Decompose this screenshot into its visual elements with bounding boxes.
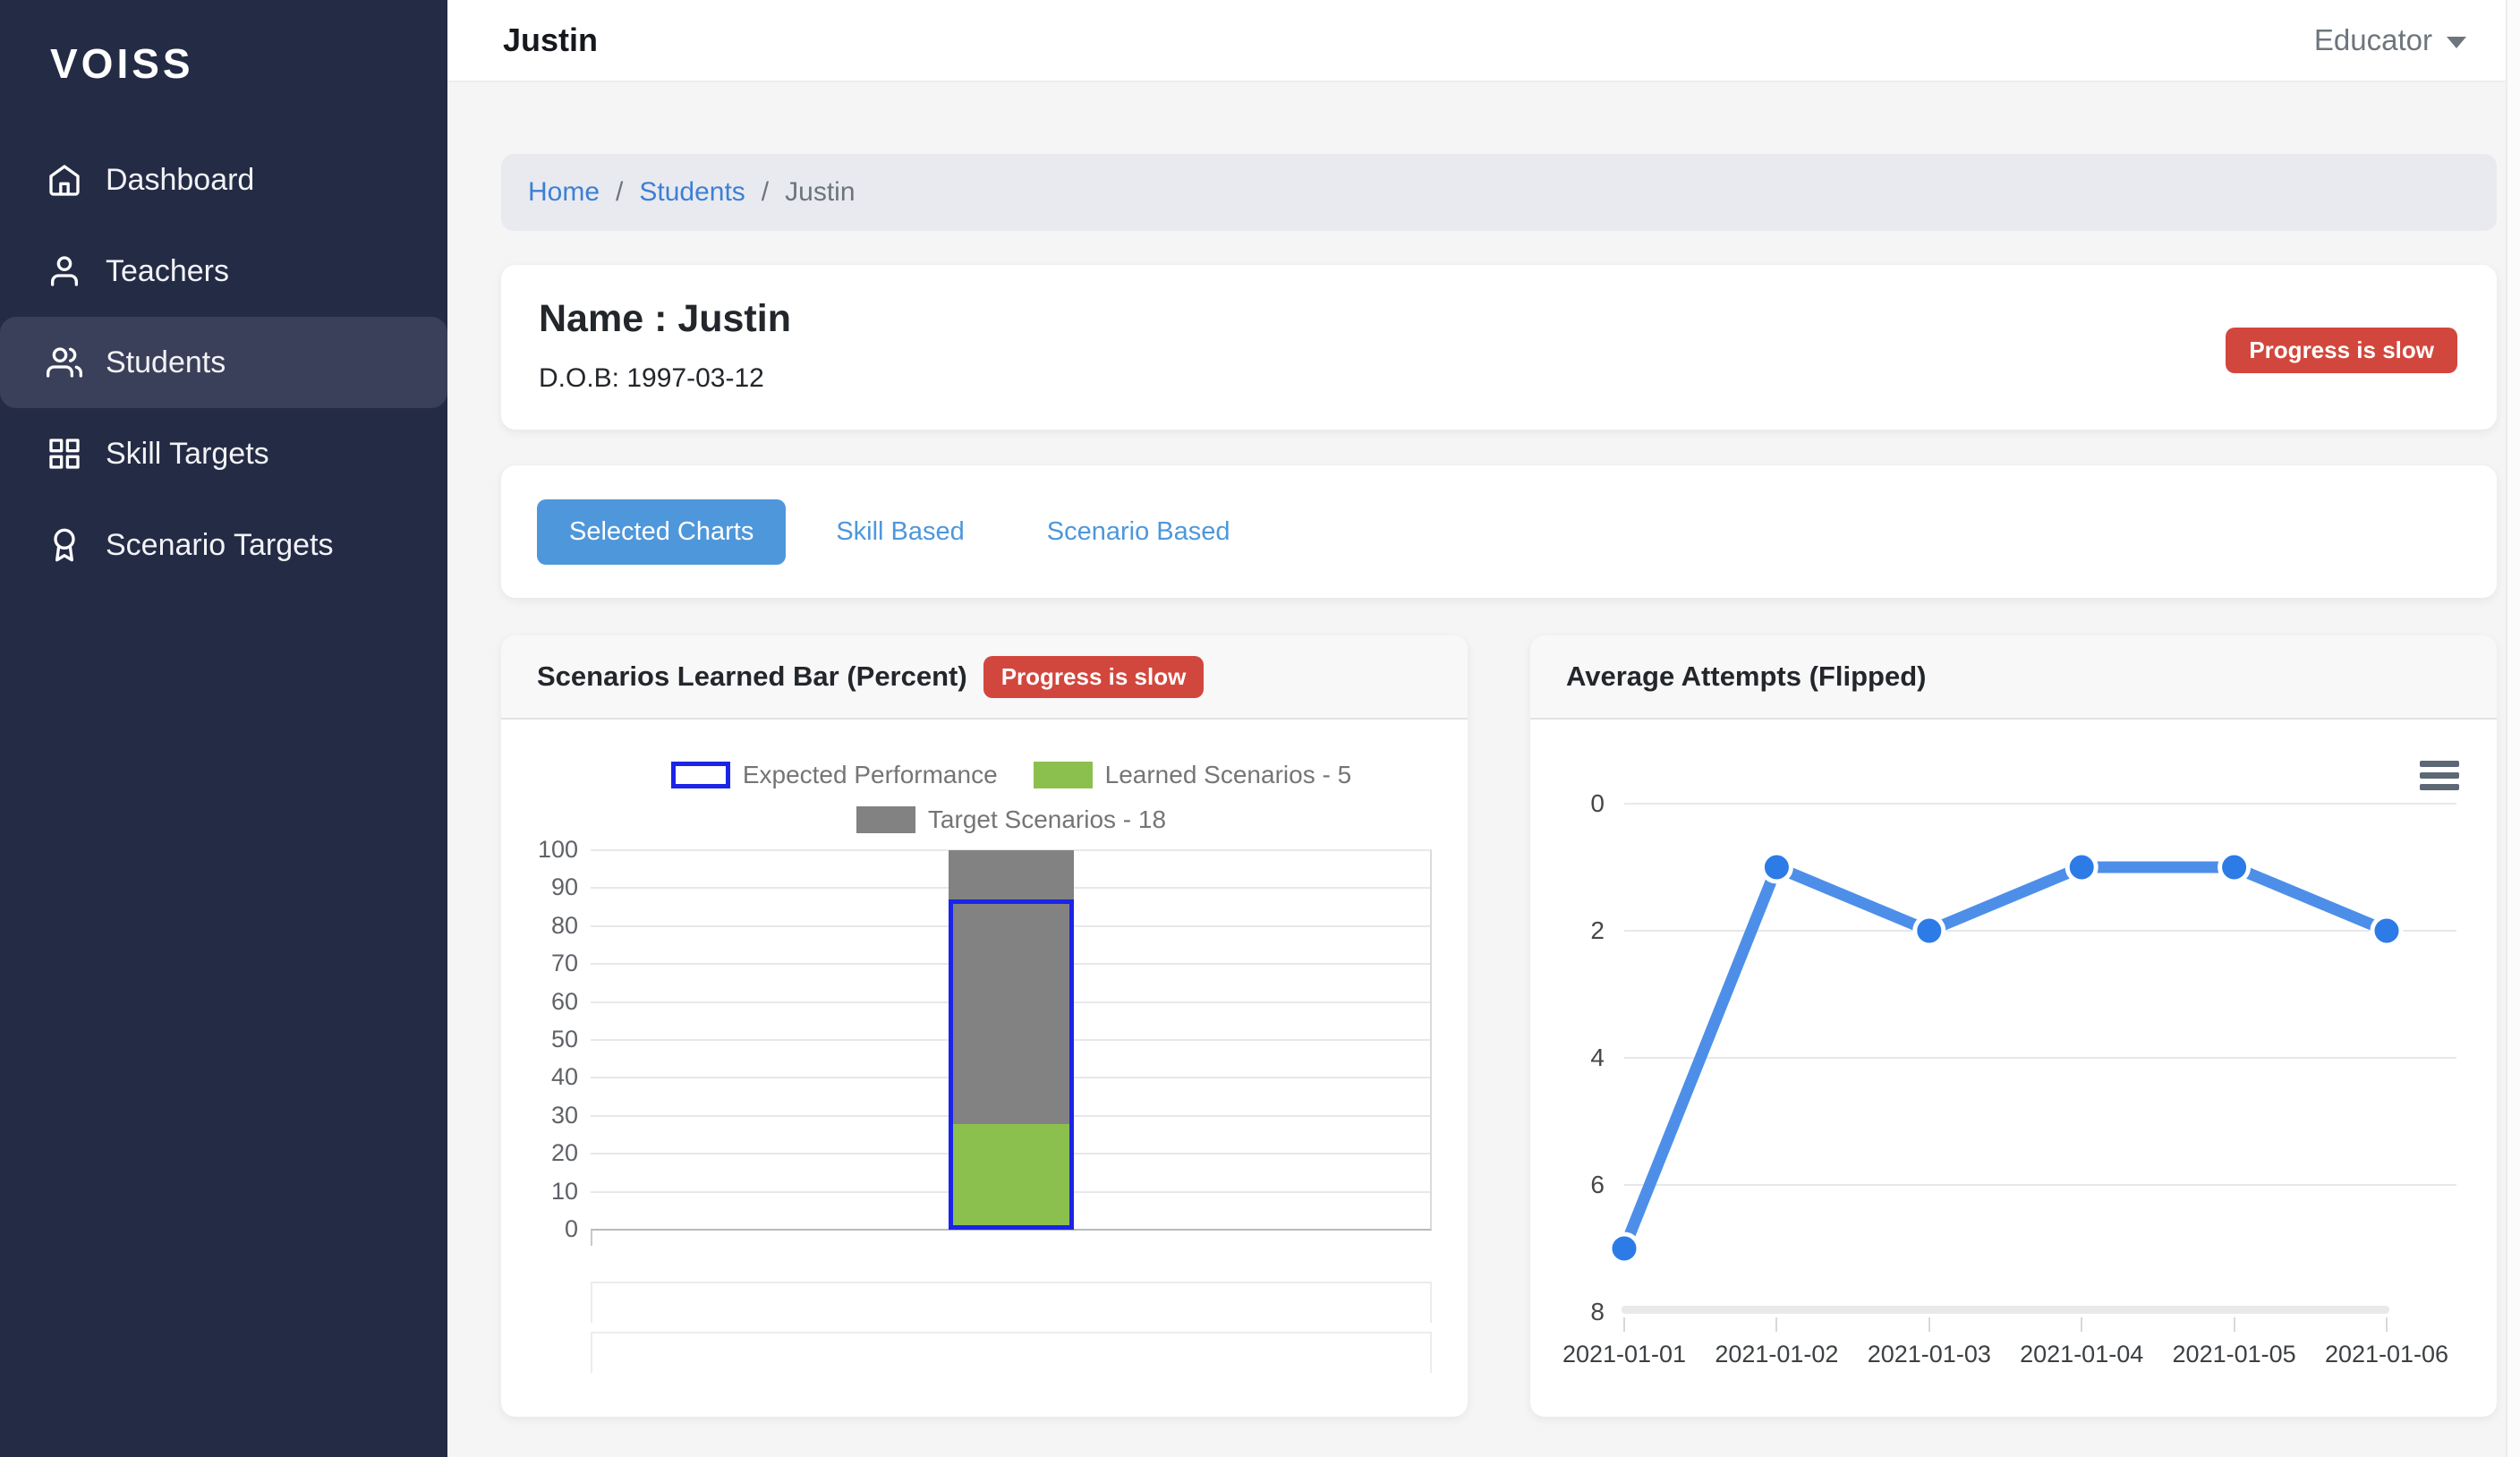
breadcrumb: Home / Students / Justin [501,154,2497,231]
home-icon [47,162,82,198]
bar-plot: 0102030405060708090100 [591,850,1432,1230]
y-tick-label: 2 [1551,916,1605,945]
legend-item: Expected Performance [671,761,998,789]
sidebar-item-label: Teachers [106,254,229,289]
legend-swatch [1034,762,1093,788]
line-chart-header: Average Attempts (Flipped) [1530,635,2497,720]
bar-chart-status-badge: Progress is slow [983,656,1205,698]
data-point[interactable] [2220,853,2249,882]
y-tick-label: 40 [515,1063,578,1091]
data-point[interactable] [1610,1234,1639,1263]
data-point[interactable] [1915,916,1944,945]
legend-label: Learned Scenarios - 5 [1105,761,1352,789]
student-name: Name : Justin [539,297,791,341]
chart-scroll-strip [591,1282,1432,1323]
breadcrumb-separator: / [762,177,769,208]
breadcrumb-link-home[interactable]: Home [528,177,600,208]
top-bar: Justin Educator [447,0,2520,82]
chevron-down-icon [2447,37,2466,48]
bar-chart-legend-row-1: Expected Performance Learned Scenarios - … [591,761,1432,789]
sidebar-nav: Dashboard Teachers Students Skill Targets Sc… [0,134,447,591]
legend-label: Expected Performance [743,761,998,789]
tab-selected-charts[interactable]: Selected Charts [537,499,786,565]
chart-scroll-strip [591,1332,1432,1373]
chart-menu-icon[interactable] [2420,761,2459,796]
line-path [1624,867,2387,1248]
y-tick-label: 30 [515,1102,578,1129]
y-tick-label: 100 [515,836,578,864]
grid-icon [47,436,82,472]
y-tick-label: 70 [515,950,578,977]
sidebar-item-dashboard[interactable]: Dashboard [0,134,447,226]
sidebar-item-teachers[interactable]: Teachers [0,226,447,317]
sidebar-item-label: Scenario Targets [106,528,334,563]
data-point[interactable] [2372,916,2401,945]
data-point[interactable] [2067,853,2096,882]
plot-right-border [1430,850,1432,1230]
y-tick-label: 4 [1551,1044,1605,1072]
tabs: Selected Charts Skill Based Scenario Based [537,499,1281,565]
y-tick-label: 8 [1551,1298,1605,1326]
sidebar-item-label: Students [106,345,226,380]
sidebar-item-scenario-targets[interactable]: Scenario Targets [0,499,447,591]
bar-chart-header: Scenarios Learned Bar (Percent) Progress… [501,635,1468,720]
y-tick-label: 0 [1551,789,1605,818]
y-tick-label: 50 [515,1026,578,1053]
sidebar-item-label: Dashboard [106,163,254,198]
bar-chart-title: Scenarios Learned Bar (Percent) [537,660,967,693]
line-chart-title: Average Attempts (Flipped) [1566,660,1926,693]
role-label: Educator [2314,23,2432,57]
y-tick-label: 20 [515,1139,578,1167]
award-icon [47,527,82,563]
sidebar-item-students[interactable]: Students [0,317,447,408]
brand-logo: VOISS [0,0,447,88]
page-title: Justin [503,21,598,59]
page-content: Home / Students / Justin Name : Justin D.O.B… [447,82,2520,1457]
line-plot: 024682021-01-012021-01-022021-01-032021-… [1624,804,2456,1312]
line-series [1624,804,2456,1348]
status-badge: Progress is slow [2226,328,2457,373]
bar-chart-legend-row-2: Target Scenarios - 18 [591,805,1432,834]
line-chart-card: Average Attempts (Flipped) 024682021-01-… [1530,635,2497,1417]
breadcrumb-current: Justin [785,177,855,208]
tabs-card: Selected Charts Skill Based Scenario Based [501,465,2497,598]
legend-swatch [856,806,915,833]
sidebar-item-skill-targets[interactable]: Skill Targets [0,408,447,499]
tab-skill-based[interactable]: Skill Based [804,499,996,565]
users-icon [47,345,82,380]
user-icon [47,253,82,289]
bar-chart-card: Scenarios Learned Bar (Percent) Progress… [501,635,1468,1417]
y-tick-label: 6 [1551,1171,1605,1199]
y-tick-label: 60 [515,988,578,1016]
student-dob: D.O.B: 1997-03-12 [539,363,764,394]
student-info-card: Name : Justin D.O.B: 1997-03-12 Progress… [501,265,2497,430]
breadcrumb-link-students[interactable]: Students [639,177,745,208]
y-tick-label: 80 [515,912,578,940]
breadcrumb-separator: / [616,177,623,208]
sidebar: VOISS Dashboard Teachers Students Skill Tar… [0,0,447,1457]
y-tick-label: 10 [515,1178,578,1206]
tab-scenario-based[interactable]: Scenario Based [1015,499,1263,565]
bar-expected-outline[interactable] [949,899,1074,1230]
y-tick-label: 90 [515,873,578,901]
sidebar-item-label: Skill Targets [106,437,269,472]
legend-label: Target Scenarios - 18 [928,805,1166,834]
scrollbar-track[interactable] [2506,0,2520,1457]
legend-item: Learned Scenarios - 5 [1034,761,1352,789]
y-tick-label: 0 [515,1215,578,1243]
legend-swatch [671,762,730,788]
legend-item: Target Scenarios - 18 [856,805,1166,834]
x-axis-tick [591,1230,592,1246]
role-dropdown[interactable]: Educator [2314,23,2466,57]
data-point[interactable] [1762,853,1791,882]
